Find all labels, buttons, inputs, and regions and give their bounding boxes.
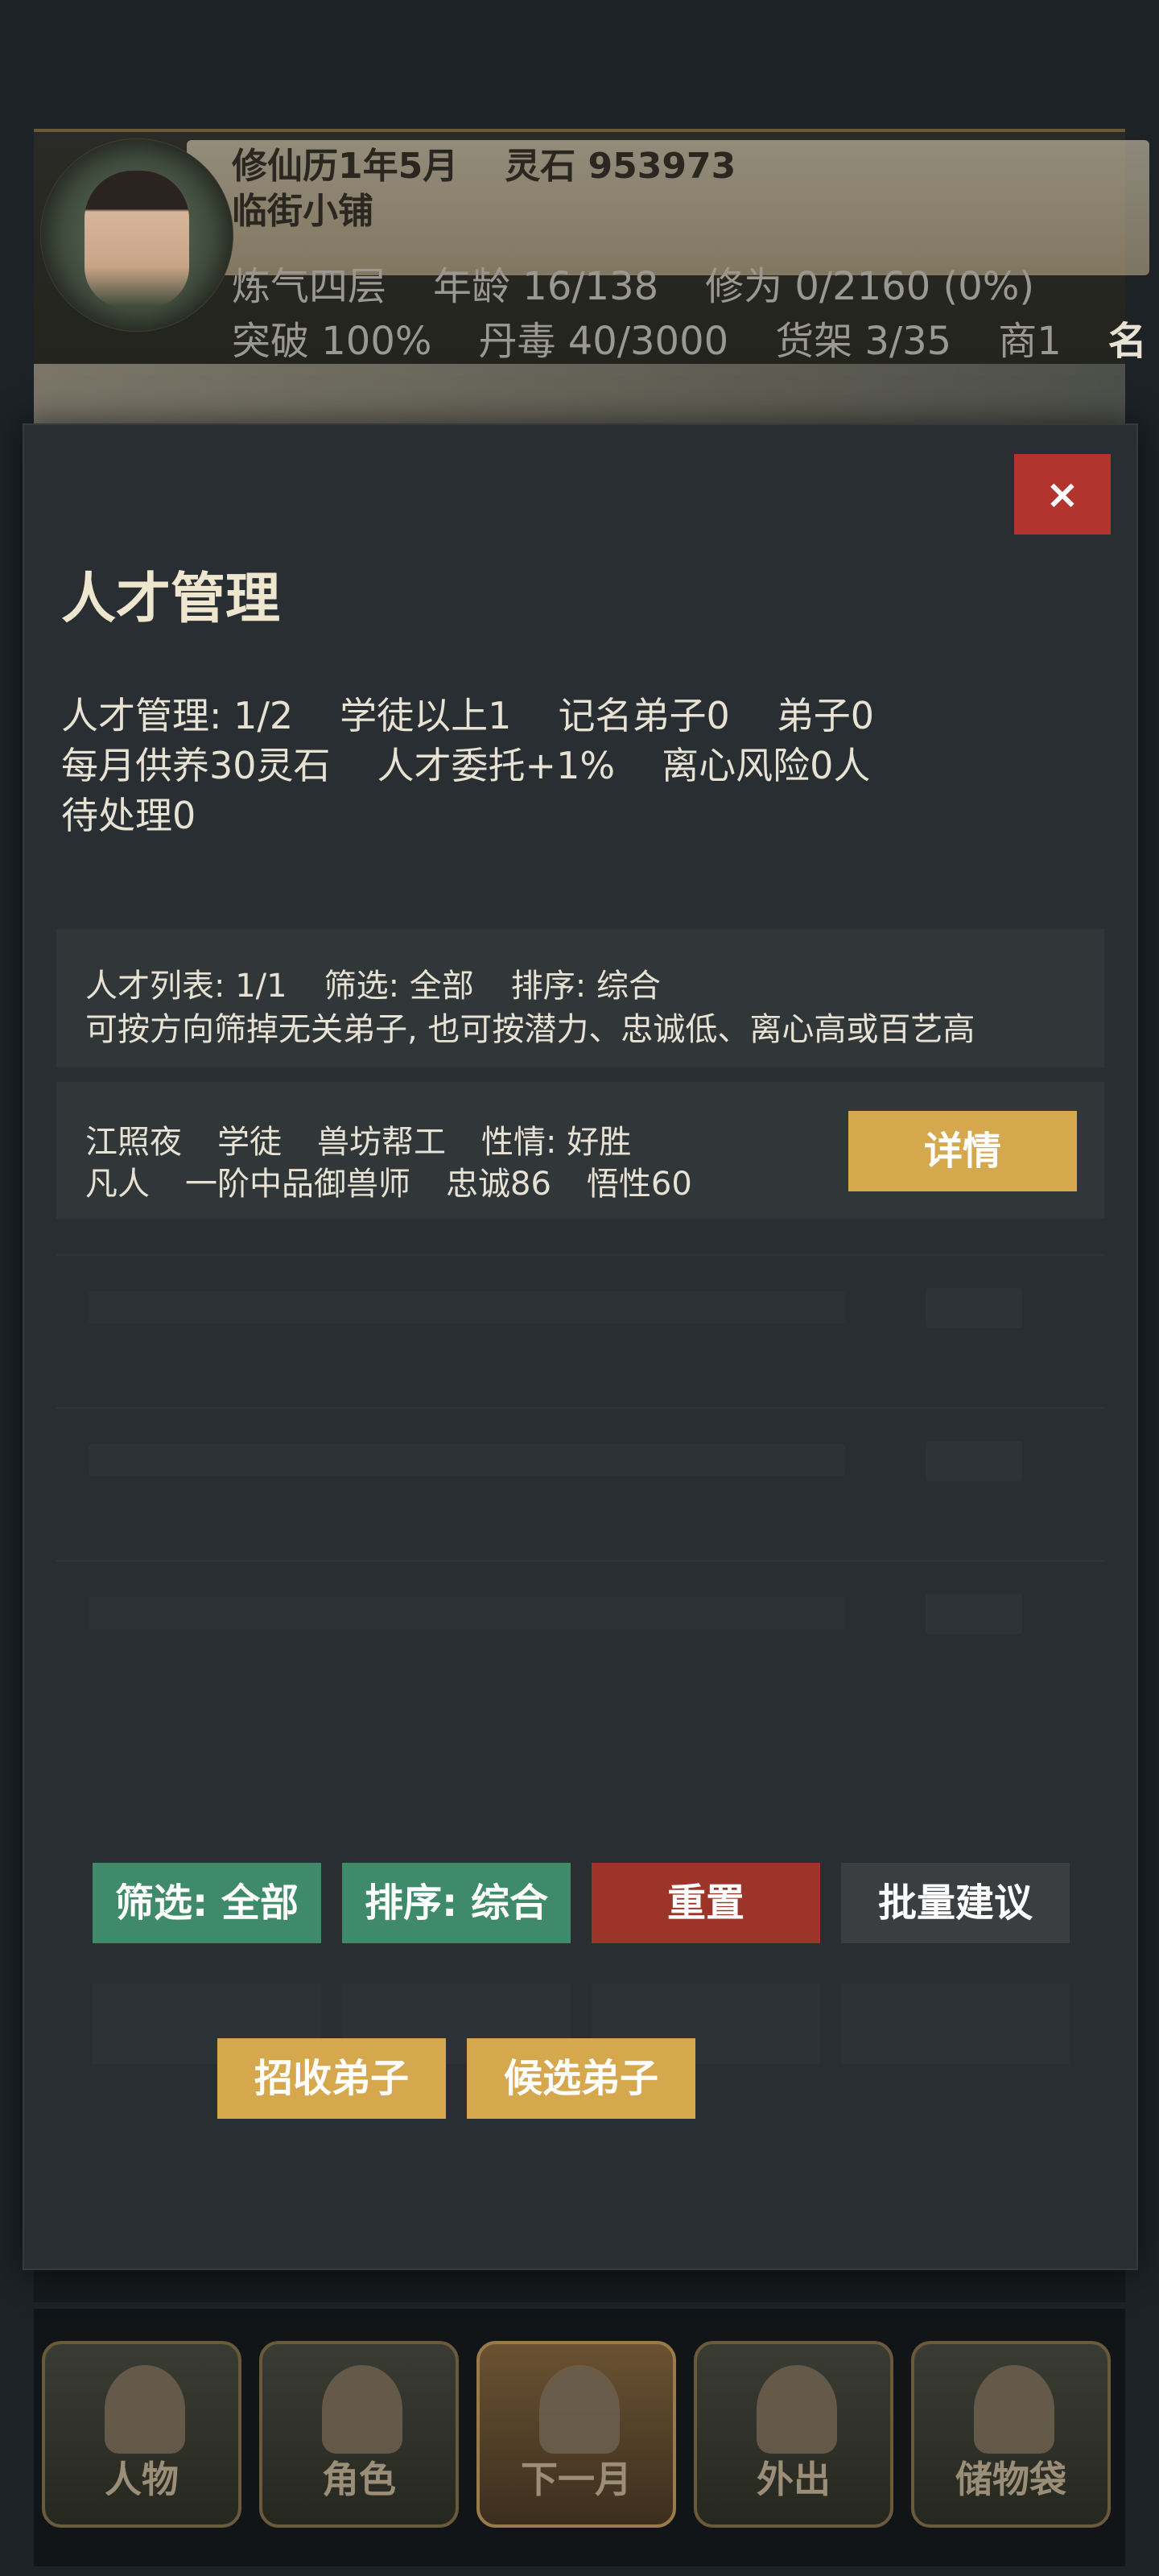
- talent-realm: 凡人: [85, 1166, 150, 1203]
- talent-loyalty: 忠诚86: [446, 1166, 551, 1203]
- talent-line-1: 江照夜 学徒 兽坊帮工 性情: 好胜: [85, 1116, 666, 1162]
- cultivation-text: 修为 0/2160 (0%): [705, 264, 1035, 309]
- status-line-date: 修仙历1年5月 灵石 953973: [232, 137, 782, 188]
- realm-text: 炼气四层: [232, 264, 387, 309]
- list-count: 人才列表: 1/1: [85, 968, 287, 1005]
- summary-row: 人才管理: 1/2 学徒以上1 记名弟子0 弟子0: [61, 691, 1107, 741]
- nav-outing-button[interactable]: 外出: [694, 2341, 893, 2528]
- lotus-icon: [757, 2365, 837, 2454]
- summary-item: 学徒以上1: [340, 694, 512, 737]
- ghost-button: [926, 1288, 1022, 1328]
- summary-item: 人才委托+1%: [377, 744, 616, 787]
- nav-label: 下一月: [521, 2458, 632, 2501]
- summary-item: 每月供养30灵石: [61, 744, 331, 787]
- flag-icon: [539, 2365, 620, 2454]
- character-icon: [322, 2365, 402, 2454]
- talent-card: 江照夜 学徒 兽坊帮工 性情: 好胜 凡人 一阶中品御兽师 忠诚86 悟性60 详情: [56, 1082, 1104, 1219]
- person-icon: [105, 2365, 185, 2454]
- ghost-button: [841, 1984, 1070, 2064]
- ghost-row: [56, 1560, 1104, 1681]
- candidate-disciple-button[interactable]: 候选弟子: [467, 2038, 695, 2119]
- ghost-button: [926, 1594, 1022, 1634]
- summary-item: 记名弟子0: [558, 694, 730, 737]
- pill-toxicity-text: 丹毒 40/3000: [478, 319, 729, 364]
- status-line-stats: 突破 100% 丹毒 40/3000 货架 3/35 商1 名: [232, 309, 1159, 365]
- list-hint: 可按方向筛掉无关弟子, 也可按潜力、忠诚低、离心高或百艺高: [85, 1011, 975, 1048]
- nav-label: 角色: [322, 2458, 396, 2501]
- close-button[interactable]: ×: [1014, 454, 1111, 535]
- reset-button[interactable]: 重置: [592, 1863, 820, 1943]
- detail-button[interactable]: 详情: [848, 1111, 1077, 1191]
- ghost-text: [89, 1291, 845, 1323]
- player-portrait[interactable]: [40, 138, 233, 332]
- nav-next-month-button[interactable]: 下一月: [476, 2341, 676, 2528]
- list-info: 人才列表: 1/1 筛选: 全部 排序: 综合: [85, 960, 698, 1006]
- summary-row: 每月供养30灵石 人才委托+1% 离心风险0人: [61, 741, 1107, 791]
- talent-job: 兽坊帮工: [317, 1124, 446, 1161]
- sort-button[interactable]: 排序: 综合: [342, 1863, 571, 1943]
- summary-item: 待处理0: [61, 794, 196, 837]
- status-line-shop: 临街小铺: [232, 182, 420, 233]
- nav-label: 储物袋: [955, 2458, 1066, 2501]
- list-sort: 排序: 综合: [510, 968, 661, 1005]
- talent-comprehension: 悟性60: [586, 1166, 692, 1203]
- portrait-face: [85, 171, 189, 308]
- background-scene-band: [34, 364, 1125, 428]
- ghost-row: [56, 1254, 1104, 1375]
- talent-temperament: 性情: 好胜: [481, 1124, 632, 1161]
- ghost-row: [56, 1407, 1104, 1528]
- nav-character-button[interactable]: 角色: [259, 2341, 459, 2528]
- age-text: 年龄 16/138: [433, 264, 659, 309]
- date-text: 修仙历1年5月: [232, 146, 459, 187]
- talent-rank: 学徒: [217, 1124, 282, 1161]
- talent-summary: 人才管理: 1/2 学徒以上1 记名弟子0 弟子0 每月供养30灵石 人才委托+1% 离心…: [61, 691, 1107, 840]
- modal-title: 人才管理: [61, 568, 281, 631]
- summary-row: 待处理0: [61, 791, 1107, 840]
- breakthrough-text: 突破 100%: [232, 319, 432, 364]
- background-footer-strip: [34, 2270, 1125, 2302]
- summary-item: 离心风险0人: [662, 744, 871, 787]
- status-line-realm: 炼气四层 年龄 16/138 修为 0/2160 (0%): [232, 254, 1081, 311]
- ghost-button: [926, 1441, 1022, 1481]
- nav-person-button[interactable]: 人物: [42, 2341, 241, 2528]
- bag-icon: [974, 2365, 1054, 2454]
- nav-label: 外出: [757, 2458, 831, 2501]
- talent-line-2: 凡人 一阶中品御兽师 忠诚86 悟性60: [85, 1158, 728, 1204]
- talent-management-modal: × 人才管理 人才管理: 1/2 学徒以上1 记名弟子0 弟子0 每月供养30灵石 人才…: [23, 423, 1138, 2270]
- spirit-stones-text: 灵石 953973: [505, 146, 736, 187]
- shop-name-text: 临街小铺: [232, 191, 373, 232]
- summary-item: 人才管理: 1/2: [61, 694, 294, 737]
- edge-text: 名: [1107, 319, 1147, 364]
- talent-profession: 一阶中品御兽师: [185, 1166, 410, 1203]
- commerce-text: 商1: [998, 319, 1062, 364]
- batch-suggest-button[interactable]: 批量建议: [841, 1863, 1070, 1943]
- nav-label: 人物: [105, 2458, 179, 2501]
- list-filter: 筛选: 全部: [324, 968, 474, 1005]
- talent-name: 江照夜: [85, 1124, 182, 1161]
- bottom-nav: 人物 角色 下一月 外出 储物袋: [34, 2309, 1125, 2566]
- filter-button[interactable]: 筛选: 全部: [93, 1863, 321, 1943]
- nav-storage-bag-button[interactable]: 储物袋: [911, 2341, 1111, 2528]
- summary-item: 弟子0: [776, 694, 874, 737]
- recruit-disciple-button[interactable]: 招收弟子: [217, 2038, 446, 2119]
- ghost-text: [89, 1444, 845, 1476]
- shelves-text: 货架 3/35: [775, 319, 952, 364]
- talent-list-header: 人才列表: 1/1 筛选: 全部 排序: 综合 可按方向筛掉无关弟子, 也可按潜力、…: [56, 929, 1104, 1067]
- ghost-text: [89, 1597, 845, 1629]
